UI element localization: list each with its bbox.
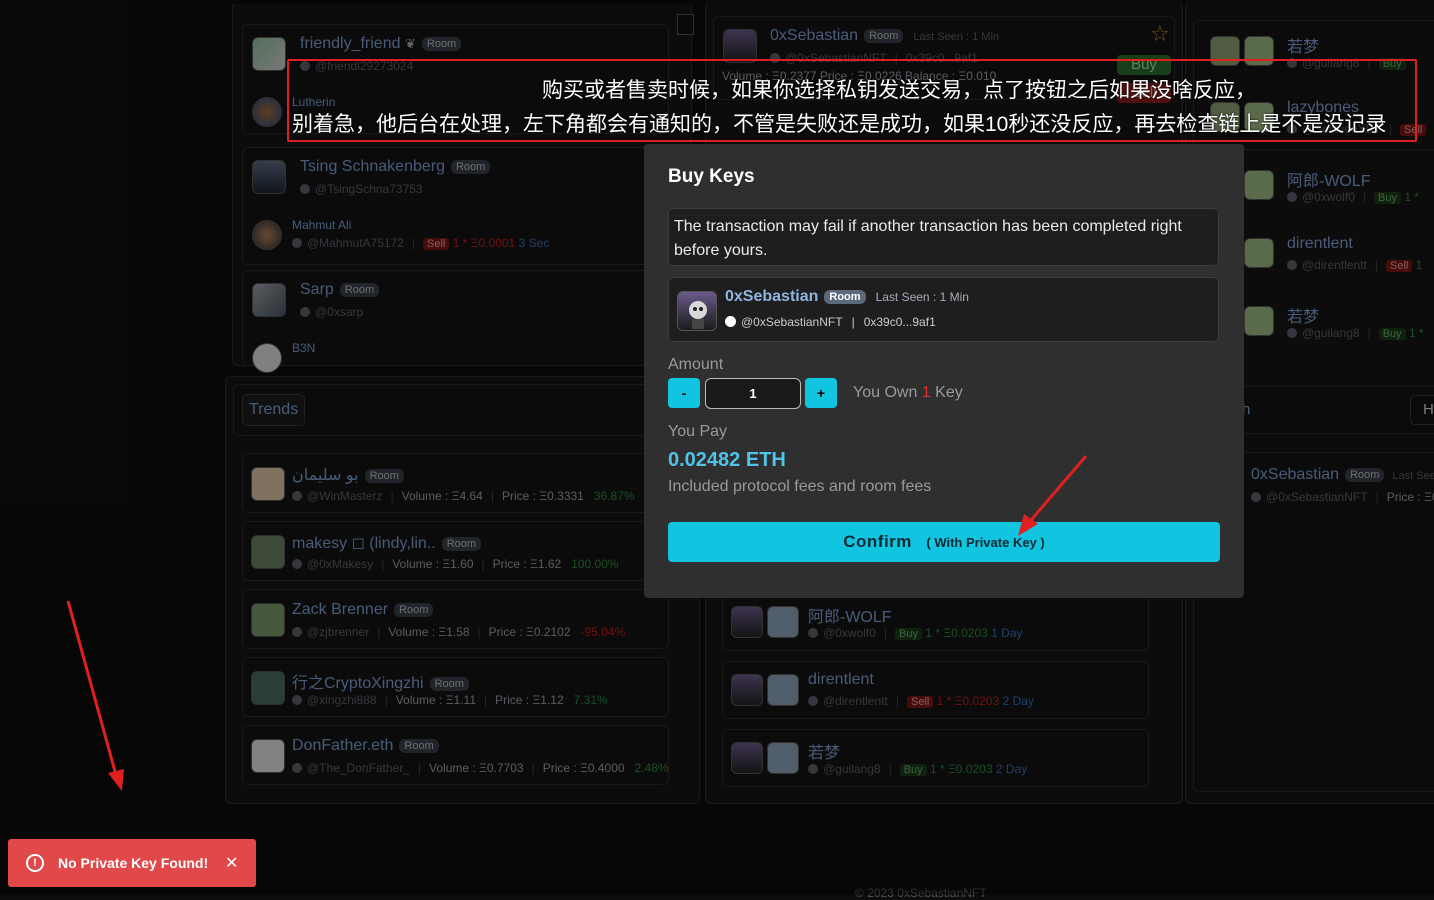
room-badge: Room <box>824 289 866 304</box>
owned-keys: You Own 1 Key <box>853 384 963 401</box>
toast-message: No Private Key Found! <box>58 855 209 871</box>
annotation-line-2: 别着急，他后台在处理，左下角都会有通知的，不管是失败还是成功，如果10秒还没反应… <box>292 113 1387 136</box>
close-icon[interactable]: ✕ <box>225 853 238 873</box>
amount-label: Amount <box>668 356 724 373</box>
buy-keys-modal: Buy Keys The transaction may fail if ano… <box>644 144 1244 598</box>
twitter-icon <box>725 316 736 327</box>
user-name: 0xSebastian Room Last Seen : 1 Min <box>725 288 969 305</box>
fees-note: Included protocol fees and room fees <box>668 478 932 495</box>
pay-label: You Pay <box>668 423 728 440</box>
pay-value: 0.02482 ETH <box>668 449 786 471</box>
increment-button[interactable]: + <box>805 378 837 408</box>
selected-user-card: 0xSebastian Room Last Seen : 1 Min @0xSeba… <box>668 277 1219 342</box>
amount-input[interactable]: 1 <box>705 378 801 409</box>
alert-icon: ! <box>26 854 44 872</box>
annotation-arrow-toast <box>66 600 124 791</box>
user-handle: @0xSebastianNFT | 0x39c0...9af1 <box>725 315 936 329</box>
skull-avatar-icon <box>689 301 707 329</box>
avatar <box>677 291 717 331</box>
notice-box: The transaction may fail if another tran… <box>668 208 1219 266</box>
confirm-button[interactable]: Confirm ( With Private Key ) <box>668 522 1220 562</box>
decrement-button[interactable]: - <box>668 378 700 408</box>
annotation-line-1: 购买或者售卖时候，如果你选择私钥发送交易，点了按钮之后如果没啥反应， <box>542 79 1256 102</box>
annotation-arrow-confirm <box>1018 455 1088 536</box>
modal-title: Buy Keys <box>668 166 755 187</box>
error-toast: ! No Private Key Found! ✕ <box>8 839 256 887</box>
